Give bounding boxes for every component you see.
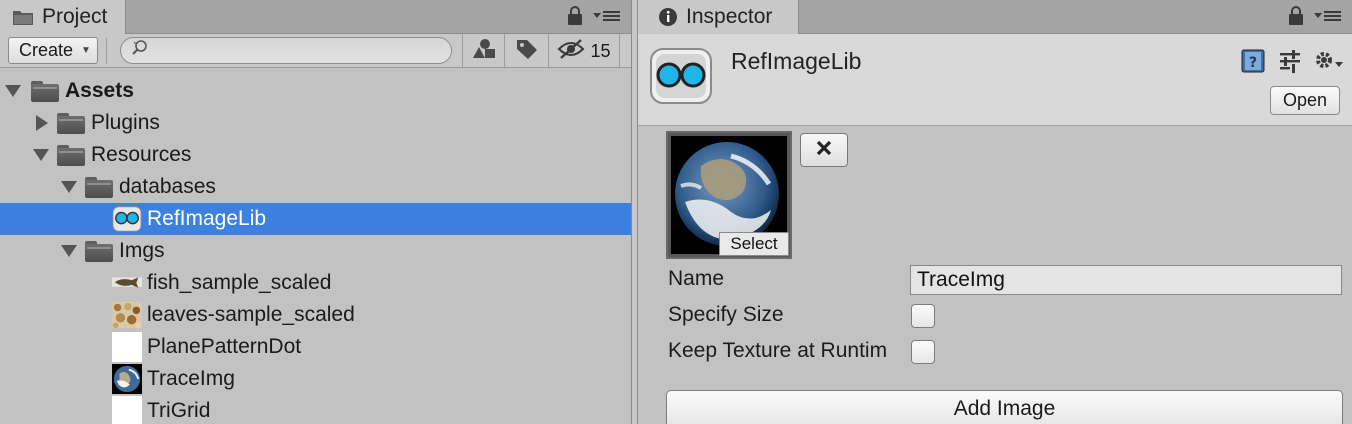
tree-item-assets[interactable]: Assets — [0, 75, 631, 107]
fish-thumbnail-icon — [112, 267, 142, 299]
tab-menu-icon[interactable] — [1314, 9, 1342, 28]
name-label: Name — [668, 267, 725, 290]
tree-item-label: leaves-sample_scaled — [147, 303, 355, 326]
tree-item-label: Imgs — [119, 239, 165, 262]
tree-item-imgs[interactable]: Imgs — [0, 235, 631, 267]
search-input[interactable] — [153, 39, 451, 62]
folder-icon — [84, 171, 114, 203]
reference-image-slot[interactable]: Select — [666, 131, 792, 259]
tree-item-leaves-sample-scaled[interactable]: leaves-sample_scaled — [0, 299, 631, 331]
tab-project[interactable]: Project — [0, 0, 127, 34]
eye-slash-icon — [557, 38, 585, 64]
gear-icon[interactable] — [1314, 49, 1344, 78]
tree-item-label: TriGrid — [147, 399, 211, 422]
lock-icon[interactable] — [1288, 6, 1304, 31]
presets-sliders-icon[interactable] — [1278, 49, 1302, 78]
inspector-header: RefImageLib ? Open — [638, 34, 1352, 126]
hidden-packages-count: 15 — [590, 40, 611, 61]
inspector-panel: Inspector RefImageLib ? Open Select Name… — [638, 0, 1352, 424]
white-texture-thumbnail-icon — [112, 395, 142, 424]
tag-icon — [515, 38, 539, 65]
chevron-down-icon: ▼ — [81, 45, 91, 56]
shapes-icon — [472, 38, 496, 65]
panel-splitter[interactable] — [631, 0, 638, 424]
tree-item-trigrid[interactable]: TriGrid — [0, 395, 631, 424]
folder-icon — [84, 235, 114, 267]
expanded-arrow-icon[interactable] — [4, 75, 22, 107]
tree-item-databases[interactable]: databases — [0, 171, 631, 203]
folder-icon — [56, 107, 86, 139]
tree-item-plugins[interactable]: Plugins — [0, 107, 631, 139]
tree-item-resources[interactable]: Resources — [0, 139, 631, 171]
tree-item-traceimg[interactable]: TraceImg — [0, 363, 631, 395]
svg-text:?: ? — [1249, 55, 1257, 71]
collapsed-arrow-icon[interactable] — [33, 107, 51, 139]
tab-inspector-label: Inspector — [686, 5, 773, 28]
white-texture-thumbnail-icon — [112, 331, 142, 363]
tree-item-label: Assets — [65, 79, 134, 102]
tree-item-planepatterndot[interactable]: PlanePatternDot — [0, 331, 631, 363]
tree-item-label: PlanePatternDot — [147, 335, 302, 358]
tab-menu-icon[interactable] — [593, 9, 621, 28]
lock-icon[interactable] — [567, 6, 583, 31]
close-icon — [815, 139, 833, 162]
create-button[interactable]: Create ▼ — [8, 37, 98, 64]
leaves-thumbnail-icon — [112, 299, 142, 331]
tree-item-fish-sample-scaled[interactable]: fish_sample_scaled — [0, 267, 631, 299]
remove-image-button[interactable] — [800, 133, 848, 167]
keep-texture-at-runtime-checkbox[interactable] — [911, 340, 935, 364]
expanded-arrow-icon[interactable] — [60, 171, 78, 203]
folder-icon — [12, 8, 34, 26]
specify-size-label: Specify Size — [668, 303, 784, 326]
project-panel: Project Create ▼ 15 Assets Plugins Resou… — [0, 0, 631, 424]
tree-item-label: TraceImg — [147, 367, 235, 390]
reference-image-library-icon — [648, 46, 714, 106]
search-icon — [131, 39, 149, 62]
earth-thumbnail-icon — [112, 363, 142, 395]
hidden-packages-toggle[interactable]: 15 — [548, 34, 620, 68]
toolbar-divider — [106, 38, 107, 64]
specify-size-checkbox[interactable] — [911, 304, 935, 328]
inspector-tab-strip: Inspector — [638, 0, 1352, 34]
info-icon — [658, 7, 678, 27]
tree-item-label: Plugins — [91, 111, 160, 134]
search-field[interactable] — [120, 37, 452, 64]
project-toolbar: Create ▼ 15 — [0, 34, 631, 68]
folder-icon — [30, 75, 60, 107]
expanded-arrow-icon[interactable] — [60, 235, 78, 267]
project-tab-strip: Project — [0, 0, 631, 34]
tree-item-label: fish_sample_scaled — [147, 271, 332, 294]
tree-item-label: RefImageLib — [147, 207, 267, 230]
reference-image-library-icon — [112, 203, 142, 235]
tab-inspector[interactable]: Inspector — [638, 0, 800, 34]
create-button-label: Create — [19, 40, 74, 60]
add-image-button[interactable]: Add Image — [666, 390, 1343, 424]
tree-item-refimagelib[interactable]: RefImageLib — [0, 203, 631, 235]
tree-item-label: databases — [119, 175, 216, 198]
expanded-arrow-icon[interactable] — [32, 139, 50, 171]
tree-item-label: Resources — [91, 143, 192, 166]
folder-icon — [56, 139, 86, 171]
filter-by-label-button[interactable] — [504, 34, 548, 68]
asset-title: RefImageLib — [731, 48, 862, 74]
keep-texture-at-runtime-label: Keep Texture at Runtim — [668, 339, 888, 362]
help-book-icon[interactable]: ? — [1240, 48, 1266, 79]
open-button[interactable]: Open — [1270, 86, 1340, 115]
filter-by-type-button[interactable] — [462, 34, 504, 68]
name-field[interactable] — [910, 265, 1342, 295]
select-image-button[interactable]: Select — [719, 232, 789, 256]
tab-project-label: Project — [42, 5, 108, 28]
